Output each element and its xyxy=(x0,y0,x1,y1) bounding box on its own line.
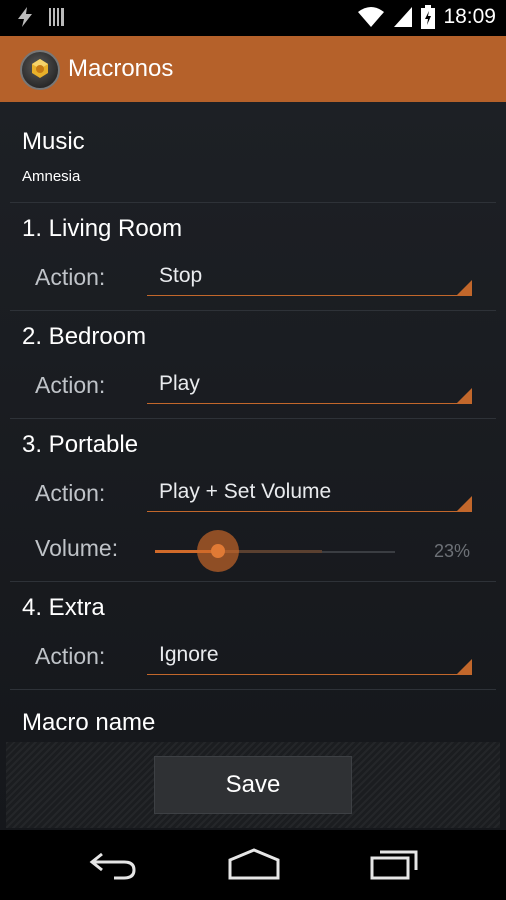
save-footer: Save xyxy=(6,742,500,828)
action-bar: Macronos xyxy=(0,36,506,102)
action-label: Action: xyxy=(35,643,106,669)
app-logo-icon[interactable] xyxy=(20,50,60,90)
action-spinner-value: Play xyxy=(159,372,200,395)
app-title: Macronos xyxy=(68,55,174,82)
recents-icon[interactable] xyxy=(368,844,422,884)
action-spinner[interactable]: Stop xyxy=(147,262,472,296)
music-section[interactable]: Music Amnesia xyxy=(10,102,496,203)
room-section-living-room: 1. Living Room Action: Stop xyxy=(10,203,496,311)
home-icon[interactable] xyxy=(226,844,282,884)
action-spinner-value: Stop xyxy=(159,264,203,287)
status-right: 18:09 xyxy=(357,5,496,29)
status-bar: 18:09 xyxy=(0,0,506,36)
room-section-portable: 3. Portable Action: Play + Set Volume Vo… xyxy=(10,419,496,582)
music-label: Music xyxy=(22,128,85,155)
action-spinner[interactable]: Play + Set Volume xyxy=(147,478,472,512)
music-value: Amnesia xyxy=(22,168,81,185)
macro-name-label: Macro name xyxy=(22,709,156,736)
dropdown-arrow-icon xyxy=(457,280,472,295)
back-icon[interactable] xyxy=(86,844,138,884)
signal-icon xyxy=(394,7,413,27)
action-label: Action: xyxy=(35,264,106,290)
status-left xyxy=(14,6,66,28)
barcode-icon xyxy=(49,8,64,26)
action-label: Action: xyxy=(35,480,106,506)
save-button[interactable]: Save xyxy=(154,756,352,814)
volume-label: Volume: xyxy=(35,535,119,561)
volume-value: 23% xyxy=(433,541,470,561)
dropdown-arrow-icon xyxy=(457,496,472,511)
action-spinner-value: Play + Set Volume xyxy=(159,480,332,503)
volume-slider-thumb[interactable] xyxy=(211,544,225,558)
flash-icon xyxy=(18,7,32,27)
battery-icon xyxy=(421,5,436,29)
action-spinner-value: Ignore xyxy=(159,643,219,666)
status-clock: 18:09 xyxy=(443,5,496,28)
action-label: Action: xyxy=(35,372,106,398)
wifi-icon xyxy=(358,7,385,27)
action-spinner[interactable]: Ignore xyxy=(147,641,472,675)
room-section-extra: 4. Extra Action: Ignore xyxy=(10,582,496,690)
room-title: 4. Extra xyxy=(22,594,105,621)
navigation-bar xyxy=(0,830,506,900)
room-title: 2. Bedroom xyxy=(22,323,147,350)
dropdown-arrow-icon xyxy=(457,388,472,403)
action-spinner[interactable]: Play xyxy=(147,370,472,404)
dropdown-arrow-icon xyxy=(457,659,472,674)
room-title: 3. Portable xyxy=(22,431,139,458)
room-title: 1. Living Room xyxy=(22,215,183,242)
macro-form: Music Amnesia 1. Living Room Action: Sto… xyxy=(0,102,506,830)
room-section-bedroom: 2. Bedroom Action: Play xyxy=(10,311,496,419)
